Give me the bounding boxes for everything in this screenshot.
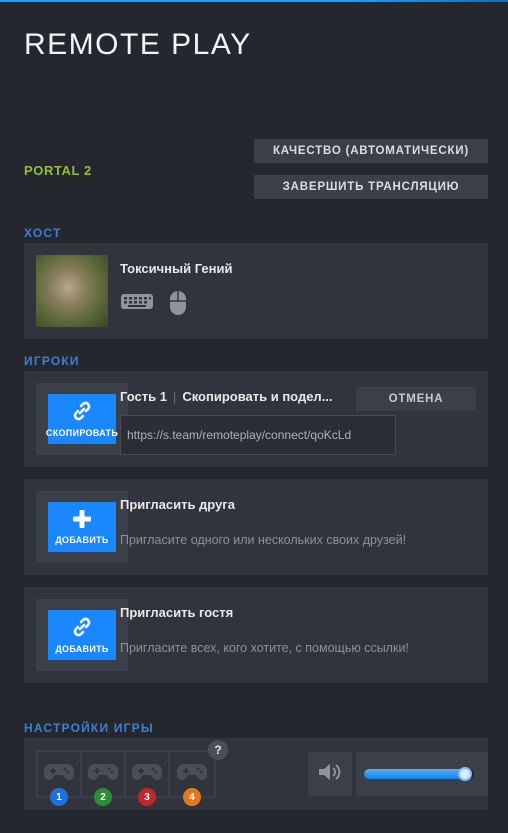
add-guest-button[interactable]: ДОБАВИТЬ xyxy=(48,610,116,660)
guest-name: Гость 1 xyxy=(120,389,167,404)
player-number-badge: 4 xyxy=(183,788,202,806)
volume-fill xyxy=(364,769,467,779)
keyboard-icon xyxy=(120,291,154,316)
mute-button[interactable] xyxy=(308,752,352,796)
controller-slots: 1 2 3 4 xyxy=(36,750,216,806)
game-settings-section-label: НАСТРОЙКИ ИГРЫ xyxy=(24,721,154,735)
help-button[interactable]: ? xyxy=(208,740,228,760)
copy-label: СКОПИРОВАТЬ xyxy=(45,428,119,438)
quality-button[interactable]: КАЧЕСТВО (АВТОМАТИЧЕСКИ) xyxy=(254,139,488,163)
host-panel: Токсичный Гений xyxy=(24,243,488,339)
controller-slot[interactable]: 1 xyxy=(38,752,83,806)
guest-invite-panel: СКОПИРОВАТЬ Гость 1 | Скопировать и подел.… xyxy=(24,371,488,467)
host-name: Токсичный Гений xyxy=(120,261,233,276)
host-avatar[interactable] xyxy=(36,255,108,327)
players-section-label: ИГРОКИ xyxy=(24,354,80,368)
end-stream-button[interactable]: ЗАВЕРШИТЬ ТРАНСЛЯЦИЮ xyxy=(254,175,488,199)
separator: | xyxy=(172,389,177,404)
mouse-icon xyxy=(168,289,188,322)
invite-friend-panel: ДОБАВИТЬ Пригласить друга Пригласите одн… xyxy=(24,479,488,575)
guest-invite-title: Гость 1 | Скопировать и подел... xyxy=(120,389,333,404)
link-icon xyxy=(71,616,93,640)
invite-guest-title: Пригласить гостя xyxy=(120,605,234,620)
add-guest-box: ДОБАВИТЬ xyxy=(36,599,128,671)
gamepad-icon xyxy=(87,761,119,788)
copy-box: СКОПИРОВАТЬ xyxy=(36,383,128,455)
speaker-icon xyxy=(317,761,343,788)
top-accent-line xyxy=(0,0,508,2)
controller-slot[interactable]: 4 xyxy=(170,752,214,806)
invite-guest-panel: ДОБАВИТЬ Пригласить гостя Пригласите все… xyxy=(24,587,488,683)
plus-icon xyxy=(72,509,92,531)
link-icon xyxy=(71,400,93,424)
invite-friend-title: Пригласить друга xyxy=(120,497,235,512)
game-settings-panel: 1 2 3 4 ? xyxy=(24,738,488,810)
add-guest-label: ДОБАВИТЬ xyxy=(55,644,109,654)
add-friend-box: ДОБАВИТЬ xyxy=(36,491,128,563)
player-number-badge: 3 xyxy=(138,788,157,806)
cancel-button[interactable]: ОТМЕНА xyxy=(356,387,476,411)
invite-guest-subtitle: Пригласите всех, кого хотите, с помощью … xyxy=(120,641,409,655)
volume-knob[interactable] xyxy=(458,767,473,781)
gamepad-icon xyxy=(131,761,163,788)
copy-link-button[interactable]: СКОПИРОВАТЬ xyxy=(45,394,119,444)
copy-instruction: Скопировать и подел... xyxy=(182,389,333,404)
game-name: PORTAL 2 xyxy=(24,163,92,178)
gamepad-icon xyxy=(176,761,208,788)
invite-link-field[interactable]: https://s.team/remoteplay/connect/qoKcLd xyxy=(120,415,396,455)
volume-control xyxy=(356,752,488,796)
gamepad-icon xyxy=(43,761,75,788)
host-section-label: ХОСТ xyxy=(24,226,62,240)
controller-slot[interactable]: 3 xyxy=(126,752,171,806)
invite-friend-subtitle: Пригласите одного или нескольких своих д… xyxy=(120,533,407,547)
add-friend-button[interactable]: ДОБАВИТЬ xyxy=(48,502,116,552)
controller-slot[interactable]: 2 xyxy=(82,752,127,806)
volume-slider[interactable] xyxy=(364,767,474,781)
add-friend-label: ДОБАВИТЬ xyxy=(55,535,109,545)
page-title: REMOTE PLAY xyxy=(24,28,252,61)
player-number-badge: 1 xyxy=(50,788,68,806)
player-number-badge: 2 xyxy=(94,788,113,806)
